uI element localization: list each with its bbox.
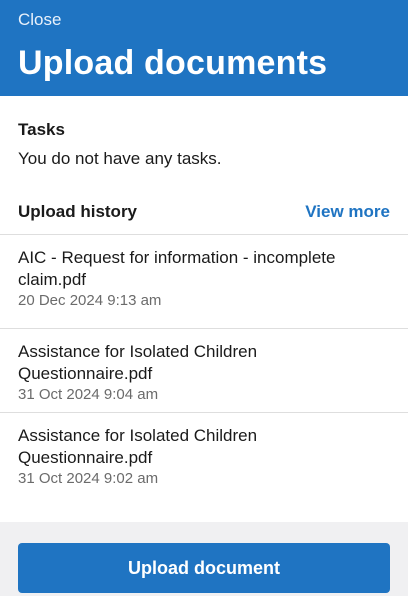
history-item[interactable]: Assistance for Isolated Children Questio… bbox=[0, 412, 408, 496]
history-item-name: AIC - Request for information - incomple… bbox=[18, 248, 336, 289]
history-item-date: 20 Dec 2024 9:13 am bbox=[18, 292, 162, 309]
view-more-link[interactable]: View more bbox=[305, 202, 390, 222]
tasks-section: Tasks You do not have any tasks. bbox=[18, 120, 390, 169]
upload-document-button[interactable]: Upload document bbox=[18, 543, 390, 593]
history-item[interactable]: AIC - Request for information - incomple… bbox=[0, 234, 408, 328]
upload-history-header: Upload history View more bbox=[18, 200, 390, 224]
upload-history-heading: Upload history bbox=[18, 202, 138, 221]
header: Close Upload documents bbox=[0, 0, 408, 96]
tasks-empty-message: You do not have any tasks. bbox=[18, 149, 222, 168]
page-title: Upload documents bbox=[18, 44, 328, 82]
history-item-name: Assistance for Isolated Children Questio… bbox=[18, 426, 258, 467]
history-item-date: 31 Oct 2024 9:02 am bbox=[18, 470, 159, 487]
footer: Upload document bbox=[0, 522, 408, 596]
tasks-heading: Tasks bbox=[18, 120, 65, 139]
history-item-name: Assistance for Isolated Children Questio… bbox=[18, 342, 258, 383]
close-link[interactable]: Close bbox=[18, 10, 61, 30]
history-item-date: 31 Oct 2024 9:04 am bbox=[18, 386, 159, 403]
history-item[interactable]: Assistance for Isolated Children Questio… bbox=[0, 328, 408, 412]
upload-history-list: AIC - Request for information - incomple… bbox=[0, 234, 408, 496]
main-content: Tasks You do not have any tasks. Upload … bbox=[0, 96, 408, 522]
